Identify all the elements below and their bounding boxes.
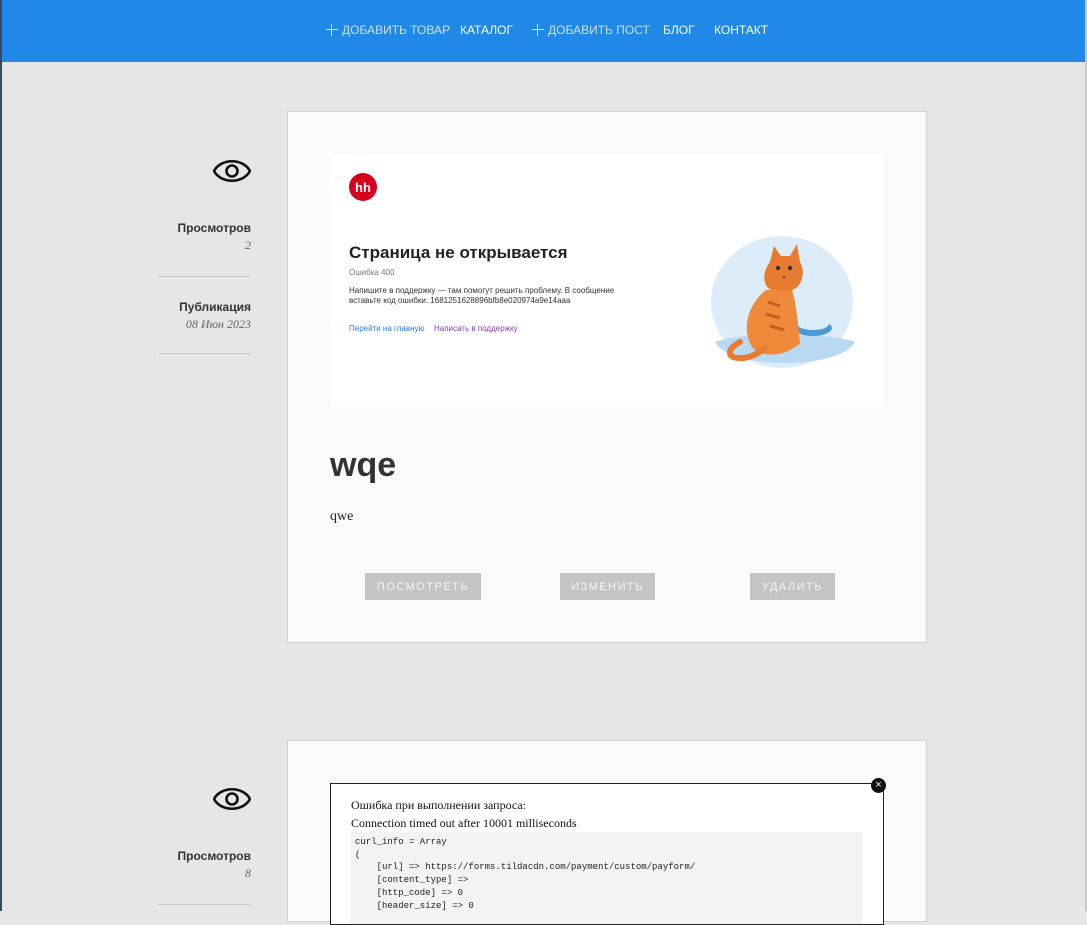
views-meta: Просмотров 2 xyxy=(158,221,251,253)
nav-add-post-label: Добавить пост xyxy=(548,23,650,37)
post-body: qwe xyxy=(330,509,354,524)
delete-button[interactable]: Удалить xyxy=(750,573,835,600)
left-edge xyxy=(0,0,2,911)
code-block: curl_info = Array ( [url] => https://form… xyxy=(351,832,862,924)
post-image: Ошибка при выполнении запроса: Connectio… xyxy=(330,783,884,925)
post-image: hh Страница не открывается Ошибка 400 На… xyxy=(330,154,884,407)
nav-add-product[interactable]: Добавить товар xyxy=(326,23,450,37)
post-title: wqe xyxy=(330,446,397,484)
hh-logo: hh xyxy=(349,173,377,201)
views-meta: Просмотров 8 xyxy=(158,849,251,881)
error-code: Ошибка 400 xyxy=(349,268,395,277)
views-label: Просмотров xyxy=(177,221,251,235)
error-message: Connection timed out after 10001 millise… xyxy=(351,816,577,830)
nav-catalog-label: Каталог xyxy=(460,23,513,37)
cat-illustration xyxy=(711,236,855,368)
plus-icon xyxy=(532,24,544,36)
views-value: 2 xyxy=(245,238,251,252)
top-nav: Добавить товар Каталог Добавить пост Бло… xyxy=(2,0,1085,62)
nav-blog[interactable]: Блог xyxy=(663,23,695,37)
code-line: curl_info = Array xyxy=(355,837,447,847)
error-title: Страница не открывается xyxy=(349,243,568,262)
nav-blog-label: Блог xyxy=(663,23,695,37)
code-line: [url] => https://forms.tildacdn.com/paym… xyxy=(355,862,696,873)
code-line: [header_size] => 0 xyxy=(355,900,474,911)
nav-add-product-label: Добавить товар xyxy=(342,23,450,37)
eye-icon xyxy=(213,787,251,811)
divider xyxy=(158,904,251,905)
close-icon: × xyxy=(871,778,886,793)
published-meta: Публикация 08 Июн 2023 xyxy=(158,300,251,332)
nav-catalog[interactable]: Каталог xyxy=(460,23,513,37)
code-line: [http_code] => 0 xyxy=(355,887,464,898)
code-line: [content_type] => xyxy=(355,875,469,886)
nav-add-post[interactable]: Добавить пост xyxy=(532,23,650,37)
edit-button[interactable]: Изменить xyxy=(560,573,655,600)
error-heading: Ошибка при выполнении запроса: xyxy=(351,798,527,812)
divider xyxy=(158,353,251,354)
nav-contact[interactable]: Контакт xyxy=(714,23,768,37)
views-value: 8 xyxy=(245,866,251,880)
view-button[interactable]: Посмотреть xyxy=(365,573,481,600)
plus-icon xyxy=(326,24,338,36)
error-text: Напишите в поддержку — там помогут решит… xyxy=(349,286,615,305)
divider xyxy=(158,276,251,277)
published-value: 08 Июн 2023 xyxy=(185,317,251,331)
published-label: Публикация xyxy=(179,300,251,314)
nav-contact-label: Контакт xyxy=(714,23,769,37)
eye-icon xyxy=(213,159,251,183)
support-link: Написать в поддержку xyxy=(434,324,518,333)
post-card: hh Страница не открывается Ошибка 400 На… xyxy=(287,111,927,643)
home-link: Перейти на главную xyxy=(349,324,425,333)
post-card: Ошибка при выполнении запроса: Connectio… xyxy=(287,740,927,925)
views-label: Просмотров xyxy=(177,849,251,863)
code-line: ( xyxy=(355,849,361,860)
